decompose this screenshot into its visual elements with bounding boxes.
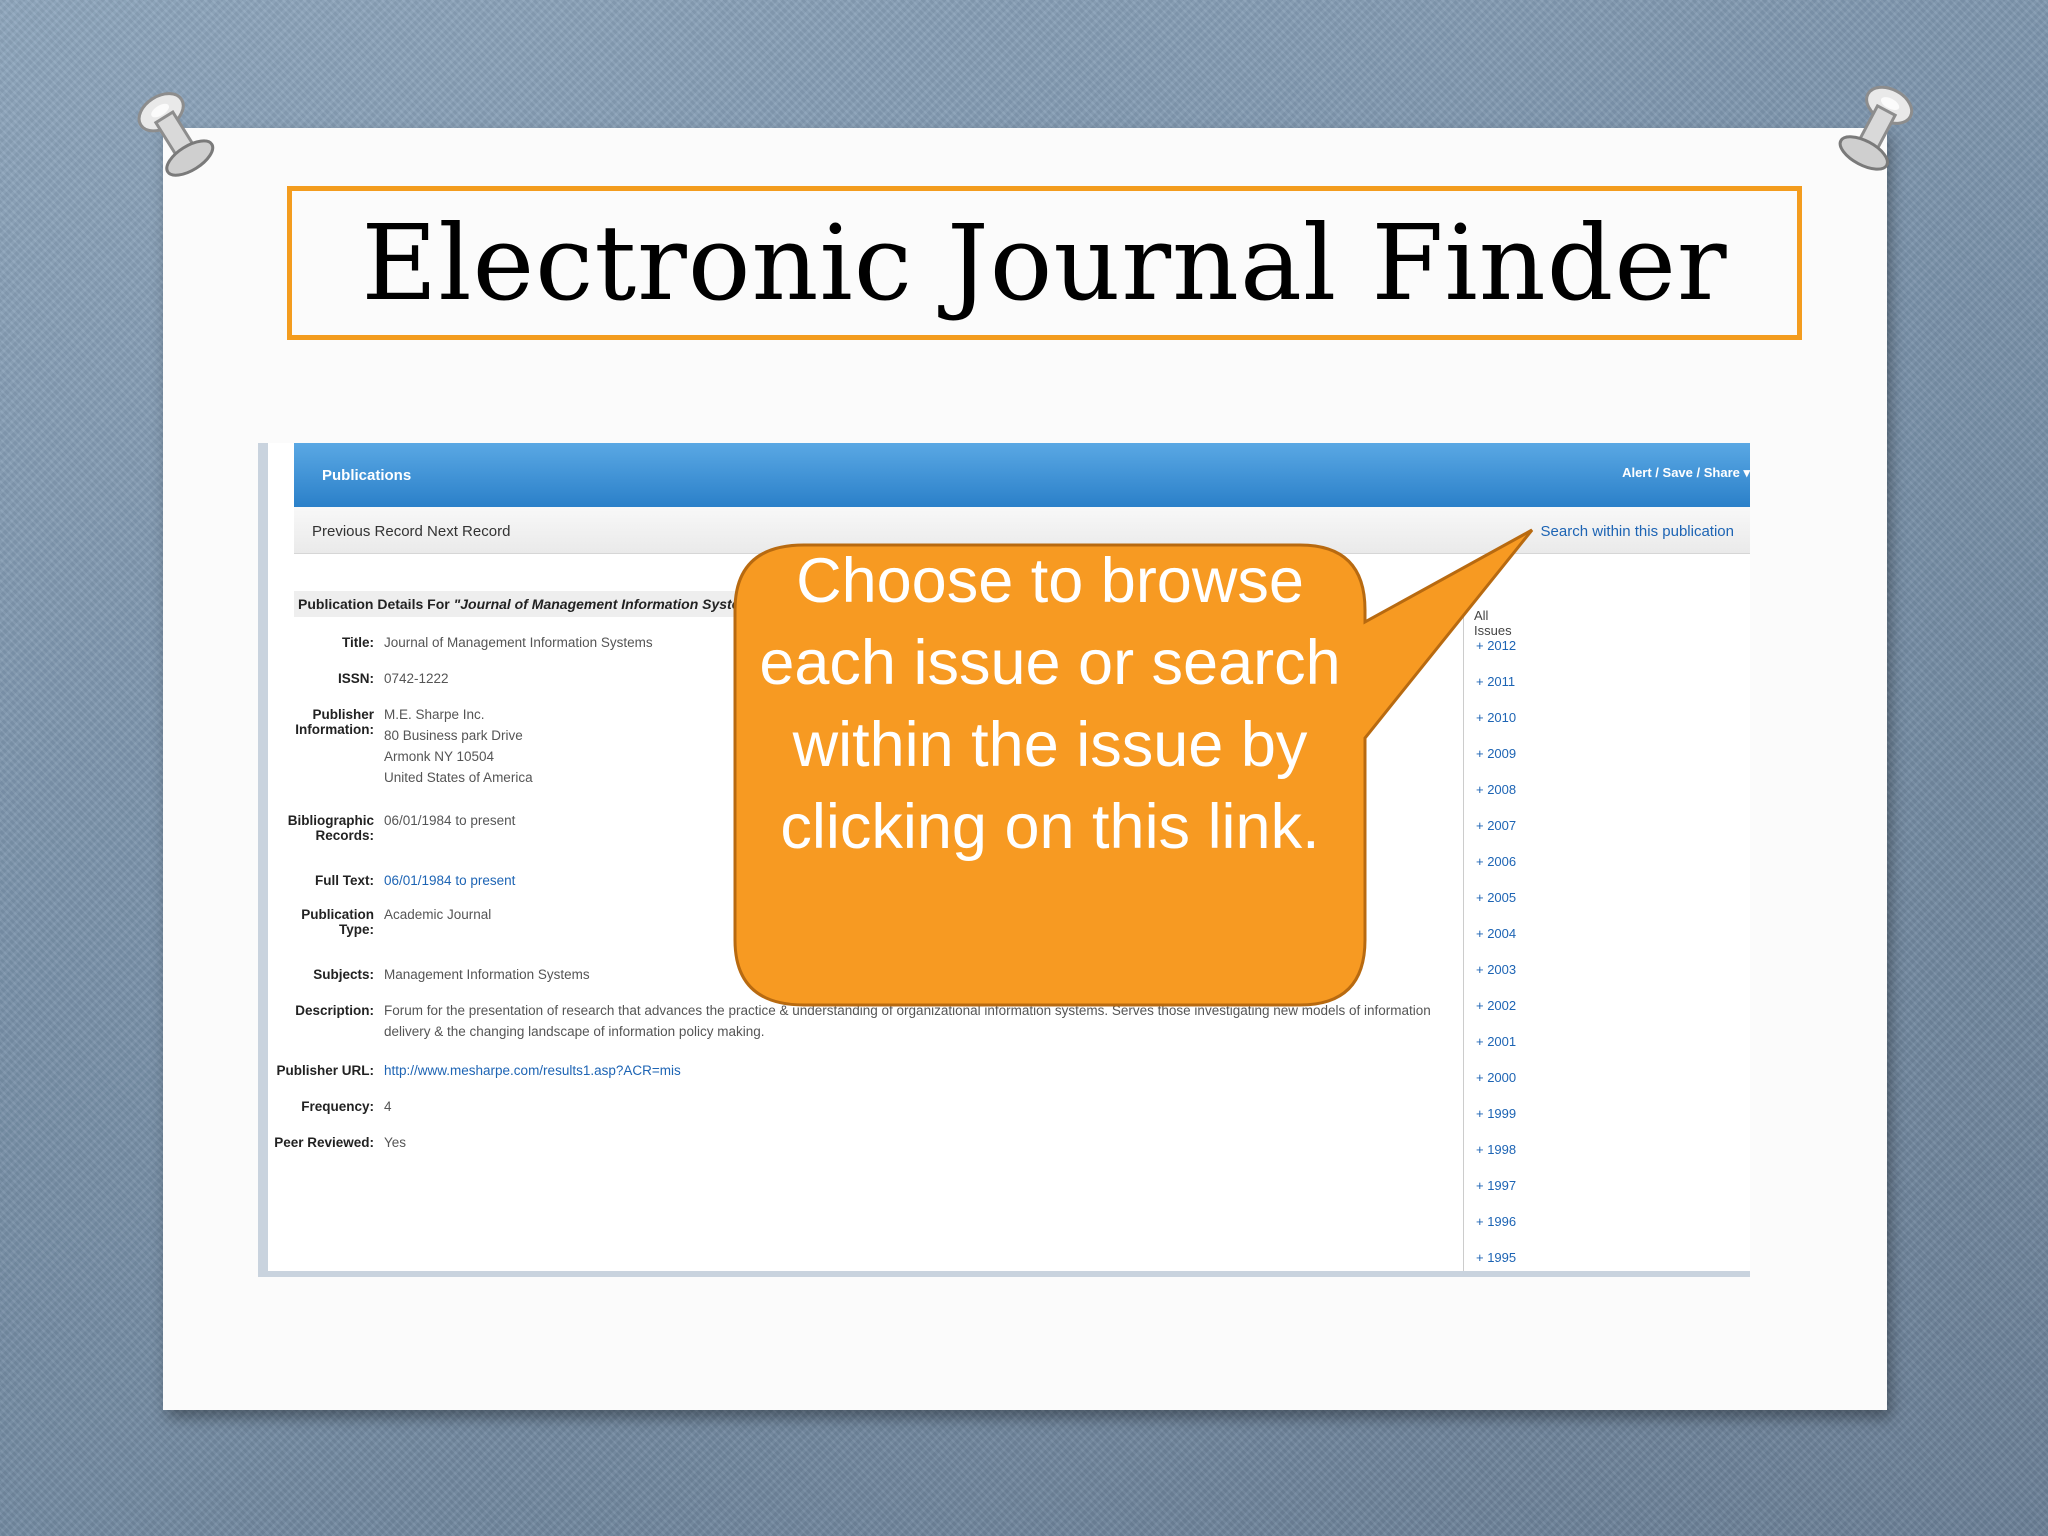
field-full-text: Full Text: 06/01/1984 to present xyxy=(315,873,516,888)
field-publisher-url: Publisher URL: http://www.mesharpe.com/r… xyxy=(276,1063,681,1078)
publications-label: Publications xyxy=(322,467,412,484)
year-link[interactable]: + 2003 xyxy=(1476,962,1516,977)
alert-save-share-menu[interactable]: Alert / Save / Share ▾ xyxy=(1622,465,1750,481)
year-link[interactable]: + 2007 xyxy=(1476,818,1516,833)
issues-label: All Issues xyxy=(1474,608,1512,638)
year-link[interactable]: + 2004 xyxy=(1476,926,1516,941)
publications-header: Publications Alert / Save / Share ▾ xyxy=(294,443,1750,507)
slide-title: Electronic Journal Finder xyxy=(361,202,1728,324)
field-description: Description: Forum for the presentation … xyxy=(295,1003,1431,1039)
full-text-link[interactable]: 06/01/1984 to present xyxy=(384,873,515,888)
field-publisher-information: Publisher Information: M.E. Sharpe Inc. 8… xyxy=(295,707,533,785)
year-link[interactable]: + 2009 xyxy=(1476,746,1516,761)
field-subjects: Subjects: Management Information Systems xyxy=(313,967,590,982)
slide-title-box: Electronic Journal Finder xyxy=(287,186,1802,340)
year-link[interactable]: + 2006 xyxy=(1476,854,1516,869)
year-link[interactable]: + 2005 xyxy=(1476,890,1516,905)
field-publication-type: Publication Type: Academic Journal xyxy=(301,907,492,937)
details-prefix: Publication Details For xyxy=(298,596,454,612)
previous-next-record-links[interactable]: Previous Record Next Record xyxy=(312,523,510,540)
year-link[interactable]: + 2000 xyxy=(1476,1070,1516,1085)
field-bibliographic-records: Bibliographic Records: 06/01/1984 to pres… xyxy=(287,813,516,843)
publisher-url-link[interactable]: http://www.mesharpe.com/results1.asp?ACR… xyxy=(384,1063,681,1078)
issues-year-list: All Issues + 2012 + 2011 + 2010 + 2009 +… xyxy=(1463,608,1524,1271)
year-link[interactable]: + 1996 xyxy=(1476,1214,1516,1229)
year-link[interactable]: + 1998 xyxy=(1476,1142,1516,1157)
search-within-publication-link[interactable]: Search within this publication xyxy=(1541,523,1734,540)
field-issn: ISSN: 0742-1222 xyxy=(337,671,449,686)
year-link[interactable]: + 1999 xyxy=(1476,1106,1516,1121)
year-link[interactable]: + 1997 xyxy=(1476,1178,1516,1193)
callout-text: Choose to browse each issue or search wi… xyxy=(759,546,1341,862)
field-peer-reviewed: Peer Reviewed: Yes xyxy=(274,1135,407,1150)
details-journal-title: "Journal of Management Information Syste… xyxy=(453,596,767,612)
year-link[interactable]: + 2008 xyxy=(1476,782,1516,797)
year-link[interactable]: + 2012 xyxy=(1476,638,1516,653)
year-link[interactable]: + 2001 xyxy=(1476,1034,1516,1049)
year-link[interactable]: + 2002 xyxy=(1476,998,1516,1013)
year-link[interactable]: + 2010 xyxy=(1476,710,1516,725)
year-link[interactable]: + 1995 xyxy=(1476,1250,1516,1265)
field-title: Title: Journal of Management Information… xyxy=(341,635,653,650)
field-frequency: Frequency: 4 xyxy=(301,1099,392,1114)
publication-details-heading: Publication Details For "Journal of Mana… xyxy=(294,591,774,617)
year-link[interactable]: + 2011 xyxy=(1476,674,1515,689)
